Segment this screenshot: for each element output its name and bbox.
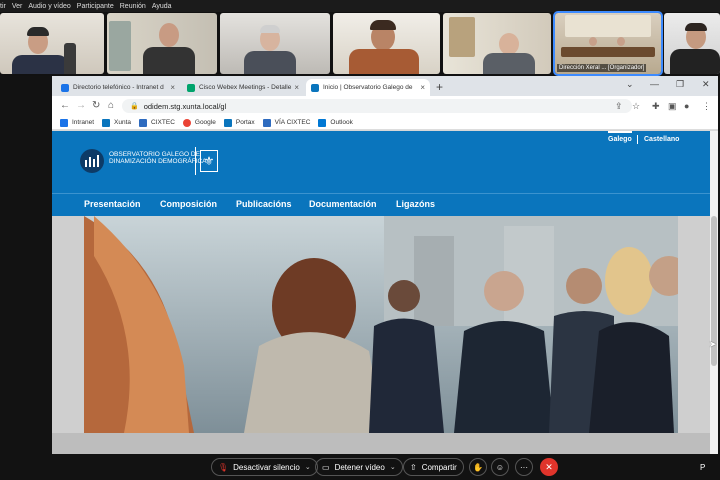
outlook-icon bbox=[318, 118, 327, 127]
site-header: Galego Castellano OBSERVATORIO GALEGO DE… bbox=[52, 131, 710, 193]
new-tab-button[interactable]: + bbox=[436, 80, 443, 94]
tab-search-icon[interactable]: ⌄ bbox=[626, 79, 634, 90]
bookmark-favicon-icon bbox=[139, 118, 148, 127]
menu-item-help[interactable]: Ayuda bbox=[152, 3, 172, 10]
logo-divider bbox=[195, 147, 196, 175]
participant-video-3[interactable] bbox=[220, 13, 330, 74]
menu-item-exit[interactable]: tir bbox=[0, 3, 6, 10]
extensions-icon[interactable]: ✚ bbox=[652, 101, 660, 112]
page-bottom-band bbox=[52, 433, 710, 454]
profile-icon[interactable]: ● bbox=[684, 101, 689, 111]
minimize-icon[interactable]: — bbox=[650, 79, 659, 89]
back-icon[interactable]: ← bbox=[60, 100, 70, 111]
close-tab-icon[interactable]: × bbox=[294, 83, 299, 92]
lang-castellano-link[interactable]: Castellano bbox=[644, 136, 679, 143]
menu-kebab-icon[interactable]: ⋮ bbox=[702, 101, 711, 112]
browser-tab-bar: Directorio telefónico - Intranet d × Cis… bbox=[52, 76, 718, 96]
mouse-cursor-icon: ➤ bbox=[709, 339, 717, 349]
reload-icon[interactable]: ↻ bbox=[92, 100, 100, 111]
tab-observatorio[interactable]: Inicio | Observatorio Galego de × bbox=[306, 79, 430, 96]
bookmark-via-cixtec[interactable]: VÍA CIXTEC bbox=[262, 118, 310, 127]
lang-active-indicator bbox=[608, 131, 632, 133]
participant-video-2[interactable] bbox=[107, 13, 217, 74]
crowd-illustration bbox=[84, 216, 678, 433]
url-input[interactable]: 🔒 odidem.stg.xunta.local/gl bbox=[122, 99, 632, 113]
tab-webex[interactable]: Cisco Webex Meetings - Detalle × bbox=[182, 79, 304, 96]
bookmark-xunta[interactable]: Xunta bbox=[102, 118, 131, 127]
bookmark-favicon-icon bbox=[223, 118, 232, 127]
webex-menu-bar: tir Ver Audio y vídeo Participante Reuni… bbox=[0, 0, 720, 12]
shared-screen: Directorio telefónico - Intranet d × Cis… bbox=[52, 76, 718, 454]
bookmarks-bar: Intranet Xunta CIXTEC Google Portax VÍA … bbox=[52, 116, 718, 130]
menu-item-participant[interactable]: Participante bbox=[77, 3, 114, 10]
bookmark-favicon-icon bbox=[102, 118, 111, 127]
xunta-crest-icon: ⚜ bbox=[200, 150, 218, 172]
lang-galego-link[interactable]: Galego bbox=[608, 136, 632, 143]
menu-item-meeting[interactable]: Reunión bbox=[120, 3, 146, 10]
page-scrollbar[interactable] bbox=[710, 131, 718, 454]
organizer-name-label: Dirección Xeral ... [Organizador] bbox=[557, 64, 647, 72]
bookmark-favicon-icon bbox=[262, 118, 271, 127]
nav-documentacion[interactable]: Documentación bbox=[309, 199, 377, 209]
microphone-muted-icon: 🎙 bbox=[218, 462, 229, 472]
google-icon bbox=[182, 118, 191, 127]
meeting-controls: 🎙 Desactivar silencio ⌄ ▭ Detener vídeo … bbox=[0, 454, 720, 480]
close-window-icon[interactable]: ✕ bbox=[702, 79, 710, 90]
bookmark-cixtec[interactable]: CIXTEC bbox=[139, 118, 175, 127]
nav-composicion[interactable]: Composición bbox=[160, 199, 217, 209]
menu-item-view[interactable]: Ver bbox=[12, 3, 23, 10]
site-nav: Presentación Composición Publicacións Do… bbox=[52, 193, 710, 216]
web-page: Galego Castellano OBSERVATORIO GALEGO DE… bbox=[52, 131, 718, 454]
bookmark-star-icon[interactable]: ☆ bbox=[632, 101, 640, 112]
bookmark-google[interactable]: Google bbox=[182, 118, 216, 127]
more-options-button[interactable]: ··· bbox=[515, 458, 533, 476]
home-icon[interactable]: ⌂ bbox=[108, 100, 114, 111]
participant-video-1[interactable] bbox=[0, 13, 104, 74]
side-panel-icon[interactable]: ▣ bbox=[668, 101, 677, 112]
bookmark-favicon-icon bbox=[60, 118, 68, 127]
video-button[interactable]: ▭ Detener vídeo ⌄ bbox=[315, 458, 403, 476]
share-button[interactable]: ⇧ Compartir bbox=[403, 458, 464, 476]
end-meeting-button[interactable]: ✕ bbox=[540, 458, 558, 476]
mute-button[interactable]: 🎙 Desactivar silencio ⌄ bbox=[211, 458, 318, 476]
chevron-down-icon[interactable]: ⌄ bbox=[390, 463, 396, 471]
forward-icon[interactable]: → bbox=[76, 100, 86, 111]
participant-strip: Dirección Xeral ... [Organizador] bbox=[0, 11, 720, 76]
participant-video-5[interactable] bbox=[443, 13, 551, 74]
nav-presentacion[interactable]: Presentación bbox=[84, 199, 141, 209]
close-tab-icon[interactable]: × bbox=[420, 83, 425, 92]
participant-video-organizer[interactable]: Dirección Xeral ... [Organizador] bbox=[553, 11, 663, 76]
observatorio-logo-icon[interactable] bbox=[80, 149, 104, 173]
share-page-icon[interactable]: ⇪ bbox=[615, 101, 623, 112]
nav-ligazons[interactable]: Ligazóns bbox=[396, 199, 435, 209]
chevron-down-icon[interactable]: ⌄ bbox=[305, 463, 311, 471]
share-screen-icon: ⇧ bbox=[410, 462, 417, 472]
bookmark-intranet[interactable]: Intranet bbox=[60, 118, 94, 127]
participant-video-7[interactable] bbox=[664, 13, 720, 74]
tab-favicon-icon bbox=[187, 83, 195, 92]
hero-crowd-photo bbox=[84, 216, 678, 433]
lang-separator bbox=[637, 135, 638, 144]
restore-icon[interactable]: ❐ bbox=[676, 79, 684, 90]
lock-icon: 🔒 bbox=[130, 103, 139, 110]
bookmark-outlook[interactable]: Outlook bbox=[318, 118, 353, 127]
participant-video-4[interactable] bbox=[333, 13, 440, 74]
address-bar-row: ← → ↻ ⌂ 🔒 odidem.stg.xunta.local/gl ⇪ ☆ … bbox=[52, 96, 718, 116]
nav-publicacions[interactable]: Publicacións bbox=[236, 199, 292, 209]
tab-favicon-icon bbox=[61, 83, 69, 92]
close-tab-icon[interactable]: × bbox=[170, 83, 175, 92]
raise-hand-button[interactable]: ✋ bbox=[469, 458, 487, 476]
tab-directorio[interactable]: Directorio telefónico - Intranet d × bbox=[56, 79, 180, 96]
participants-panel-button[interactable]: P bbox=[700, 463, 705, 472]
bookmark-portax[interactable]: Portax bbox=[223, 118, 255, 127]
menu-item-audio-video[interactable]: Audio y vídeo bbox=[28, 3, 70, 10]
camera-icon: ▭ bbox=[322, 462, 330, 472]
reactions-button[interactable]: ☺ bbox=[491, 458, 509, 476]
tab-favicon-icon bbox=[311, 83, 319, 92]
